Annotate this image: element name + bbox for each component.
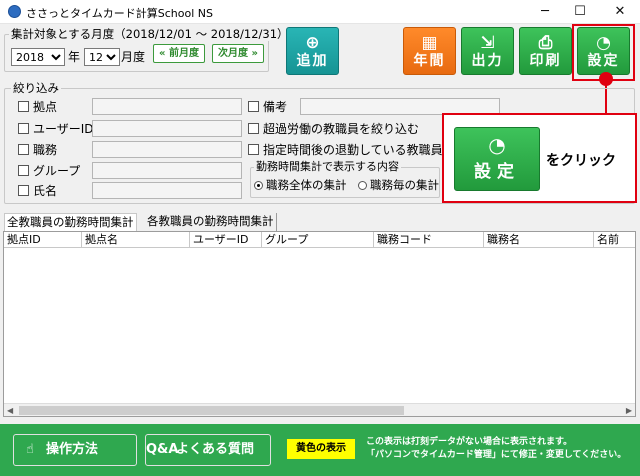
group-checkbox[interactable]: グループ — [18, 164, 80, 178]
app-icon — [8, 5, 21, 18]
callout-settings-button: ◔ 設定 — [454, 127, 540, 191]
printer-icon: ⎙ — [538, 33, 553, 53]
group-field[interactable] — [92, 162, 242, 179]
table-header: 拠点ID 拠点名 ユーザーID グループ 職務コード 職務名 名前 — [4, 232, 635, 248]
col-job-code[interactable]: 職務コード — [374, 232, 484, 248]
userid-checkbox[interactable]: ユーザーID — [18, 122, 94, 136]
minimize-button[interactable]: ─ — [530, 0, 560, 24]
export-file-icon: ⇲ — [480, 33, 495, 53]
instruction-callout: ◔ 設定 をクリック — [442, 113, 637, 203]
window-title: ささっとタイムカード計算School NS — [26, 7, 214, 20]
userid-field[interactable] — [92, 120, 242, 137]
radio-each-dot — [358, 181, 367, 190]
col-base-id[interactable]: 拠点ID — [4, 232, 82, 248]
col-job-name[interactable]: 職務名 — [484, 232, 594, 248]
col-group[interactable]: グループ — [262, 232, 374, 248]
col-name[interactable]: 名前 — [594, 232, 635, 248]
name-field[interactable] — [92, 182, 242, 199]
next-month-button[interactable]: 次月度 » — [212, 44, 264, 63]
tab-each-staff[interactable]: 各教職員の勤務時間集計 — [145, 213, 277, 231]
add-button[interactable]: ⊕ 追加 — [286, 27, 339, 75]
radio-each[interactable]: 職務毎の集計 — [358, 178, 439, 192]
overtime-checkbox[interactable]: 超過労働の教職員を絞り込む — [248, 122, 419, 136]
faq-button[interactable]: Q&Aよくある質問 — [145, 434, 271, 466]
hand-pointer-icon: ☝ — [26, 442, 34, 457]
month-select[interactable]: 12 — [84, 48, 120, 66]
horizontal-scrollbar[interactable]: ◀ ▶ — [4, 403, 635, 416]
display-group-label: 勤務時間集計で表示する内容 — [254, 160, 401, 174]
prev-month-button[interactable]: « 前月度 — [153, 44, 205, 63]
footer-bar: ☝ 操作方法 Q&Aよくある質問 黄色の表示 この表示は打刻データがない場合に表示… — [0, 424, 640, 476]
scroll-right-icon[interactable]: ▶ — [626, 404, 632, 416]
col-base-name[interactable]: 拠点名 — [82, 232, 190, 248]
title-bar: ささっとタイムカード計算School NS ─ ☐ ✕ — [0, 0, 640, 24]
summary-table[interactable]: 拠点ID 拠点名 ユーザーID グループ 職務コード 職務名 名前 ◀ ▶ — [3, 231, 636, 417]
output-button[interactable]: ⇲ 出力 — [461, 27, 514, 75]
footer-note: この表示は打刻データがない場合に表示されます。 「パソコンでタイムカード管理」に… — [366, 437, 627, 460]
job-field[interactable] — [92, 141, 242, 158]
early-leave-checkbox[interactable]: 指定時間後の退勤している教職員を — [248, 143, 455, 157]
base-checkbox[interactable]: 拠点 — [18, 100, 57, 114]
filter-group-label: 絞り込み — [11, 81, 61, 95]
radio-all[interactable]: 職務全体の集計 — [254, 178, 347, 192]
radio-all-dot — [254, 181, 263, 190]
yellow-legend: 黄色の表示 — [287, 439, 355, 459]
period-group-label: 集計対象とする月度（2018/12/01 〜 2018/12/31） — [9, 27, 291, 41]
close-button[interactable]: ✕ — [605, 0, 635, 24]
callout-clock-icon: ◔ — [488, 133, 506, 157]
tab-all-staff[interactable]: 全教職員の勤務時間集計 — [4, 213, 137, 232]
manual-button[interactable]: ☝ 操作方法 — [13, 434, 137, 466]
remarks-checkbox[interactable]: 備考 — [248, 100, 287, 114]
name-checkbox[interactable]: 氏名 — [18, 184, 57, 198]
year-unit-label: 年 — [68, 50, 81, 64]
col-user-id[interactable]: ユーザーID — [190, 232, 262, 248]
month-unit-label: 月度 — [121, 50, 146, 64]
calendar-icon: ▦ — [421, 33, 438, 53]
print-button[interactable]: ⎙ 印刷 — [519, 27, 572, 75]
job-checkbox[interactable]: 職務 — [18, 143, 57, 157]
maximize-button[interactable]: ☐ — [565, 0, 595, 24]
qa-icon: Q&A — [146, 442, 179, 457]
callout-text: をクリック — [546, 153, 616, 169]
scrollbar-thumb[interactable] — [19, 406, 404, 415]
year-select[interactable]: 2018 — [11, 48, 65, 66]
annual-button[interactable]: ▦ 年間 — [403, 27, 456, 75]
scroll-left-icon[interactable]: ◀ — [7, 404, 13, 416]
base-field[interactable] — [92, 98, 242, 115]
add-document-icon: ⊕ — [305, 33, 320, 53]
